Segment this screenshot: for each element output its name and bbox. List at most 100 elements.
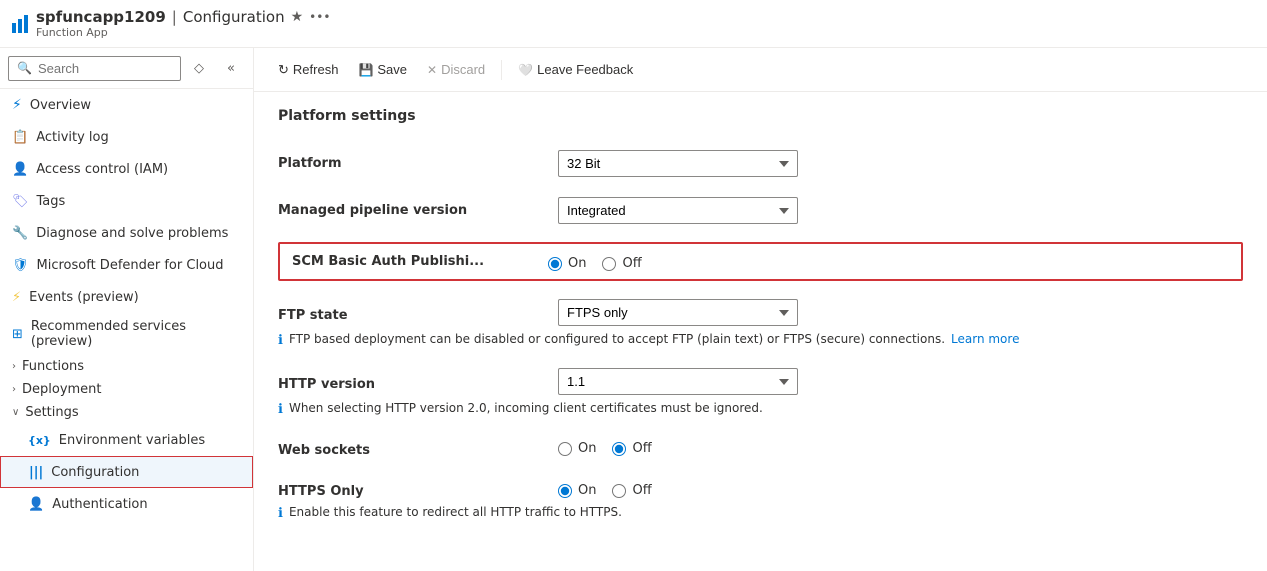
web-sockets-on-option[interactable]: On [558, 441, 596, 456]
top-bar-titles: spfuncapp1209 | Configuration ★ ••• Func… [36, 8, 330, 39]
https-info-row: ℹ Enable this feature to redirect all HT… [278, 505, 622, 521]
web-sockets-label: Web sockets [278, 437, 558, 458]
sidebar-item-label: Recommended services (preview) [31, 319, 241, 349]
title-separator: | [172, 8, 177, 26]
sidebar-section-label: Deployment [22, 382, 102, 397]
diamond-icon-btn[interactable]: ◇ [185, 54, 213, 82]
sidebar-item-functions[interactable]: › Functions [0, 355, 253, 378]
sidebar-item-label: Diagnose and solve problems [36, 226, 228, 241]
scm-auth-off-option[interactable]: Off [602, 256, 641, 271]
http-version-inner: HTTP version 1.1 2.0 [278, 368, 798, 395]
https-only-control: On Off [558, 479, 652, 498]
diagnose-icon: 🔧 [12, 226, 28, 241]
https-info-icon: ℹ [278, 506, 283, 521]
https-only-radio-group: On Off [558, 479, 652, 498]
managed-pipeline-select[interactable]: Integrated Classic [558, 197, 798, 224]
scm-auth-on-radio[interactable] [548, 257, 562, 271]
https-only-on-option[interactable]: On [558, 483, 596, 498]
web-sockets-on-label: On [578, 441, 596, 456]
sidebar-item-deployment[interactable]: › Deployment [0, 378, 253, 401]
managed-pipeline-control: Integrated Classic [558, 197, 1243, 224]
web-sockets-off-option[interactable]: Off [612, 441, 651, 456]
env-icon: {x} [28, 434, 51, 447]
app-name: spfuncapp1209 [36, 8, 166, 26]
platform-select[interactable]: 32 Bit 64 Bit [558, 150, 798, 177]
search-box[interactable]: 🔍 [8, 56, 181, 81]
https-only-off-label: Off [632, 483, 651, 498]
sidebar-item-overview[interactable]: ⚡ Overview [0, 89, 253, 121]
scm-auth-radio-group: On Off [548, 252, 642, 271]
https-only-off-radio[interactable] [612, 484, 626, 498]
events-icon: ⚡ [12, 290, 21, 305]
web-sockets-radio-group: On Off [558, 437, 1243, 456]
feedback-button[interactable]: 🤍 Leave Feedback [510, 58, 641, 81]
sidebar-item-label: Events (preview) [29, 290, 139, 305]
content-toolbar: ↻ Refresh 💾 Save ✕ Discard 🤍 Leave Feedb… [254, 48, 1267, 92]
http-version-label: HTTP version [278, 371, 558, 392]
feedback-icon: 🤍 [518, 63, 533, 77]
refresh-button[interactable]: ↻ Refresh [270, 58, 346, 82]
https-only-row: HTTPS Only On Off [278, 468, 1243, 531]
scm-auth-on-option[interactable]: On [548, 256, 586, 271]
ftp-state-inner: FTP state FTPS only FTP Disabled [278, 299, 798, 326]
sidebar-item-label: Access control (IAM) [36, 162, 168, 177]
discard-icon: ✕ [427, 63, 437, 77]
sidebar-item-events[interactable]: ⚡ Events (preview) [0, 281, 253, 313]
sidebar-item-defender[interactable]: 🛡 Microsoft Defender for Cloud [0, 249, 253, 281]
scm-auth-on-label: On [568, 256, 586, 271]
sidebar-item-authentication[interactable]: 👤 Authentication [0, 488, 253, 520]
functions-chevron: › [12, 361, 16, 372]
sidebar-item-access-control[interactable]: 👤 Access control (IAM) [0, 153, 253, 185]
web-sockets-on-radio[interactable] [558, 442, 572, 456]
deployment-chevron: › [12, 384, 16, 395]
logo-icon [12, 15, 28, 33]
tags-icon: 🏷 [12, 194, 29, 209]
star-icon[interactable]: ★ [291, 9, 304, 25]
web-sockets-off-radio[interactable] [612, 442, 626, 456]
https-only-on-radio[interactable] [558, 484, 572, 498]
platform-row: Platform 32 Bit 64 Bit [278, 140, 1243, 187]
scm-auth-label: SCM Basic Auth Publishi... [292, 254, 548, 269]
sidebar-section-label: Settings [25, 405, 78, 420]
sidebar-item-activity-log[interactable]: 📋 Activity log [0, 121, 253, 153]
top-bar: spfuncapp1209 | Configuration ★ ••• Func… [0, 0, 1267, 48]
discard-button[interactable]: ✕ Discard [419, 58, 493, 81]
sidebar-item-label: Activity log [36, 130, 109, 145]
ftp-info-text: FTP based deployment can be disabled or … [289, 332, 945, 346]
web-sockets-row: Web sockets On Off [278, 427, 1243, 468]
https-only-off-option[interactable]: Off [612, 483, 651, 498]
sidebar-item-settings[interactable]: ∨ Settings [0, 401, 253, 424]
sidebar-item-configuration[interactable]: ||| Configuration [0, 456, 253, 488]
sidebar-section-label: Functions [22, 359, 84, 374]
https-only-on-label: On [578, 483, 596, 498]
sidebar-item-environment[interactable]: {x} Environment variables [0, 424, 253, 456]
section-title: Platform settings [278, 108, 1243, 124]
content-area: ↻ Refresh 💾 Save ✕ Discard 🤍 Leave Feedb… [254, 48, 1267, 571]
scm-auth-container: SCM Basic Auth Publishi... On Off [278, 242, 1243, 281]
sidebar-item-label: Microsoft Defender for Cloud [37, 258, 224, 273]
ftp-state-label: FTP state [278, 302, 558, 323]
sidebar-item-label: Authentication [52, 497, 147, 512]
ftp-learn-more-link[interactable]: Learn more [951, 332, 1019, 346]
more-icon[interactable]: ••• [309, 10, 330, 24]
sidebar-item-tags[interactable]: 🏷 Tags [0, 185, 253, 217]
scm-auth-off-label: Off [622, 256, 641, 271]
web-sockets-off-label: Off [632, 441, 651, 456]
sidebar-item-diagnose[interactable]: 🔧 Diagnose and solve problems [0, 217, 253, 249]
search-input[interactable] [38, 61, 172, 76]
http-info-icon: ℹ [278, 402, 283, 417]
save-icon: 💾 [358, 63, 373, 77]
sidebar-item-recommended[interactable]: ⊞ Recommended services (preview) [0, 313, 253, 355]
toolbar-separator [501, 60, 502, 80]
sidebar-item-label: Environment variables [59, 433, 205, 448]
save-button[interactable]: 💾 Save [350, 58, 415, 81]
http-version-select[interactable]: 1.1 2.0 [558, 368, 798, 395]
sidebar-item-label: Configuration [51, 465, 139, 480]
ftp-state-select[interactable]: FTPS only FTP Disabled [558, 299, 798, 326]
search-icon: 🔍 [17, 61, 32, 75]
http-version-control: 1.1 2.0 [558, 368, 798, 395]
collapse-sidebar-btn[interactable]: « [217, 54, 245, 82]
scm-auth-off-radio[interactable] [602, 257, 616, 271]
platform-label: Platform [278, 150, 558, 171]
defender-icon: 🛡 [12, 258, 29, 273]
